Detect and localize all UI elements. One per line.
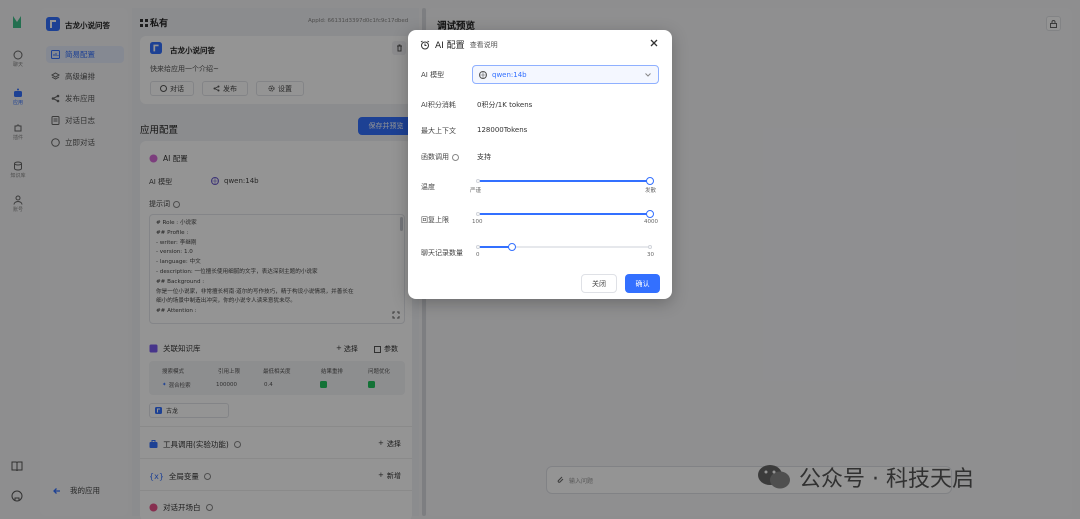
slider-min-dot <box>476 245 480 249</box>
slider-max-label: 30 <box>647 252 654 258</box>
slider-max-dot <box>648 245 652 249</box>
temperature-label: 温度 <box>421 183 435 191</box>
function-label-text: 函数调用 <box>421 153 449 161</box>
model-icon <box>479 70 487 79</box>
alarm-icon <box>420 40 430 49</box>
slider-min-label: 100 <box>472 219 483 225</box>
slider-fill <box>478 180 650 182</box>
modal-header: AI 配置 查看说明 <box>420 38 498 51</box>
modal-model-value: qwen:14b <box>492 70 527 79</box>
close-icon[interactable] <box>649 38 659 48</box>
max-reply-slider[interactable]: 100 4000 <box>472 209 658 225</box>
modal-model-select[interactable]: qwen:14b <box>472 65 659 84</box>
slider-max-label: 4000 <box>644 219 658 225</box>
cost-value: 0积分/1K tokens <box>477 101 533 109</box>
slider-min-label: 严谨 <box>470 188 482 194</box>
context-value: 128000Tokens <box>477 126 528 134</box>
history-slider[interactable]: 0 30 <box>476 242 654 258</box>
context-label: 最大上下文 <box>421 127 456 135</box>
slider-min-label: 0 <box>476 252 480 258</box>
modal-close-button[interactable]: 关闭 <box>581 274 617 293</box>
max-reply-label: 回复上限 <box>421 216 449 224</box>
slider-fill <box>478 246 513 248</box>
slider-min-dot <box>476 179 480 183</box>
slider-max-label: 发散 <box>644 188 656 194</box>
modal-confirm-button[interactable]: 确认 <box>625 274 660 293</box>
modal-title: AI 配置 <box>435 41 465 51</box>
function-label: 函数调用 <box>421 152 459 162</box>
slider-min-dot <box>476 212 480 216</box>
cost-label: AI积分消耗 <box>421 101 456 109</box>
temperature-slider[interactable]: 严谨 发散 <box>470 176 656 194</box>
help-link[interactable]: 查看说明 <box>470 40 498 50</box>
slider-fill <box>478 213 650 215</box>
slider-thumb[interactable] <box>646 210 654 218</box>
ai-config-modal: AI 配置 查看说明 AI 模型 qwen:14b AI积分消耗 0积分/1K … <box>408 30 672 299</box>
history-label: 聊天记录数量 <box>421 249 463 257</box>
chevron-down-icon <box>645 73 651 77</box>
function-value: 支持 <box>477 153 491 161</box>
modal-model-label: AI 模型 <box>421 71 445 79</box>
slider-thumb[interactable] <box>508 243 517 251</box>
slider-thumb[interactable] <box>646 177 654 185</box>
help-icon <box>452 153 459 161</box>
